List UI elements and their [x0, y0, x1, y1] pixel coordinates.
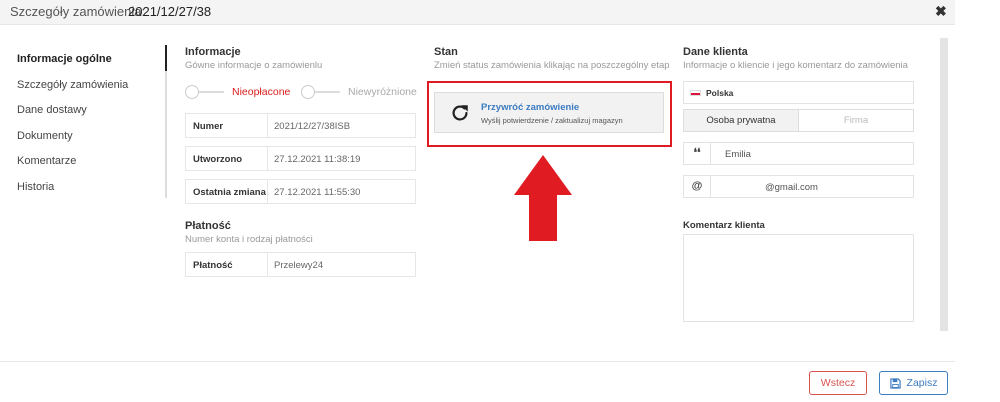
restore-order-button[interactable]: Przywróć zamówienie Wyślij potwierdzenie…: [434, 92, 664, 133]
restore-order-title: Przywróć zamówienie: [481, 102, 580, 113]
country-value: Polska: [706, 88, 734, 98]
client-comment-textarea[interactable]: [683, 234, 914, 322]
toggle-knob: [185, 85, 199, 99]
info-section-subtitle: Gówne informacje o zamówienlu: [185, 60, 323, 71]
country-select[interactable]: Polska: [683, 81, 914, 104]
client-type-company[interactable]: Firma: [798, 110, 913, 131]
payment-section-subtitle: Numer konta i rodzaj płatności: [185, 234, 313, 245]
highlight-status-toggle[interactable]: Niewyróżnione: [301, 85, 417, 99]
info-row-modified: Ostatnia zmiana 27.12.2021 11:55:30: [185, 179, 416, 204]
info-section-title: Informacje: [185, 46, 241, 58]
save-label: Zapisz: [906, 377, 938, 389]
sidebar-item-history[interactable]: Historia: [17, 180, 128, 206]
client-email-field[interactable]: @ @gmail.com: [683, 175, 914, 198]
client-section-title: Dane klienta: [683, 46, 748, 58]
client-section-subtitle: Informacje o kliencie i jego komentarz d…: [683, 60, 908, 71]
client-type-switch: Osoba prywatna Firma: [683, 109, 914, 132]
payment-value: Przelewy24: [274, 260, 324, 271]
info-value: 27.12.2021 11:38:19: [274, 154, 361, 165]
floppy-disk-icon: [889, 377, 901, 389]
highlight-status-label: Niewyróżnione: [348, 86, 417, 98]
modal-header: Szczegóły zamówienia: 2021/12/27/38 ✖: [0, 0, 955, 25]
back-button[interactable]: Wstecz: [809, 371, 867, 395]
info-key: Ostatnia zmiana: [193, 187, 266, 198]
toggle-track: [314, 91, 340, 93]
at-icon: @: [684, 176, 711, 197]
up-arrow-icon: [514, 155, 572, 241]
sidebar-item-delivery[interactable]: Dane dostawy: [17, 103, 128, 129]
toggle-track: [198, 91, 224, 93]
payment-status-label: Nieopłacone: [232, 86, 291, 98]
active-indicator: [165, 45, 167, 71]
client-type-person[interactable]: Osoba prywatna: [684, 110, 798, 131]
info-key: Utworzono: [193, 154, 243, 165]
scrollbar[interactable]: [940, 38, 948, 331]
status-section-subtitle: Zmień status zamówienia klikając na posz…: [434, 60, 670, 71]
payment-status-toggle[interactable]: Nieopłacone: [185, 85, 290, 99]
payment-section-title: Płatność: [185, 220, 231, 232]
modal-title-label: Szczegóły zamówienia:: [10, 4, 146, 19]
payment-key: Płatność: [193, 260, 233, 271]
status-section-title: Stan: [434, 46, 458, 58]
sidebar-item-general[interactable]: Informacje ogólne: [17, 52, 128, 78]
info-row-number: Numer 2021/12/27/38ISB: [185, 113, 416, 138]
sidebar-item-documents[interactable]: Dokumenty: [17, 129, 128, 155]
sidebar-divider: [165, 45, 167, 198]
close-icon[interactable]: ✖: [935, 3, 947, 20]
info-value: 2021/12/27/38ISB: [274, 121, 351, 132]
save-button[interactable]: Zapisz: [879, 371, 948, 395]
order-details-modal: Szczegóły zamówienia: 2021/12/27/38 ✖ In…: [0, 0, 1000, 402]
sidebar-nav: Informacje ogólne Szczegóły zamówienia D…: [17, 52, 128, 205]
client-comment-label: Komentarz klienta: [683, 220, 765, 231]
info-value: 27.12.2021 11:55:30: [274, 187, 361, 198]
client-name-field[interactable]: ❛❛ Emilia: [683, 142, 914, 165]
quote-icon: ❛❛: [684, 143, 711, 164]
restore-order-subtitle: Wyślij potwierdzenie / zaktualizuj magaz…: [481, 116, 623, 125]
order-number-title: 2021/12/27/38: [128, 4, 212, 19]
info-row-created: Utworzono 27.12.2021 11:38:19: [185, 146, 416, 171]
info-key: Numer: [193, 121, 224, 132]
client-email-value: @gmail.com: [765, 182, 818, 193]
client-name-value: Emilia: [725, 149, 751, 160]
sidebar-item-comments[interactable]: Komentarze: [17, 154, 128, 180]
refresh-icon: [452, 105, 468, 121]
payment-row: Płatność Przelewy24: [185, 252, 416, 277]
poland-flag-icon: [690, 90, 701, 96]
toggle-knob: [301, 85, 315, 99]
sidebar-item-order-details[interactable]: Szczegóły zamówienia: [17, 78, 128, 104]
